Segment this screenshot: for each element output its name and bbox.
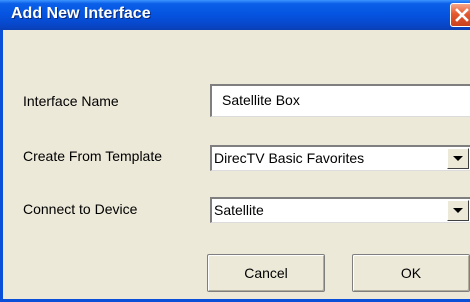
- cancel-button[interactable]: Cancel: [207, 254, 325, 292]
- chevron-down-icon: [453, 156, 463, 161]
- dialog-title: Add New Interface: [11, 5, 151, 22]
- ok-button[interactable]: OK: [352, 254, 470, 292]
- device-select[interactable]: Satellite: [210, 197, 470, 223]
- close-icon: [455, 8, 469, 22]
- device-selected-value: Satellite: [214, 202, 264, 218]
- interface-name-value: Satellite Box: [222, 92, 300, 108]
- device-dropdown-button[interactable]: [447, 200, 469, 221]
- device-label: Connect to Device: [23, 201, 138, 217]
- template-label: Create From Template: [23, 148, 163, 164]
- close-button[interactable]: [450, 3, 470, 27]
- chevron-down-icon: [453, 208, 463, 213]
- add-interface-dialog: Add New Interface Interface Name Satelli…: [0, 0, 470, 302]
- template-select[interactable]: DirecTV Basic Favorites: [210, 145, 470, 171]
- interface-name-input[interactable]: Satellite Box: [210, 84, 470, 117]
- interface-name-label: Interface Name: [23, 93, 119, 109]
- template-selected-value: DirecTV Basic Favorites: [214, 150, 365, 166]
- template-dropdown-button[interactable]: [447, 148, 469, 169]
- title-bar[interactable]: Add New Interface: [0, 0, 470, 30]
